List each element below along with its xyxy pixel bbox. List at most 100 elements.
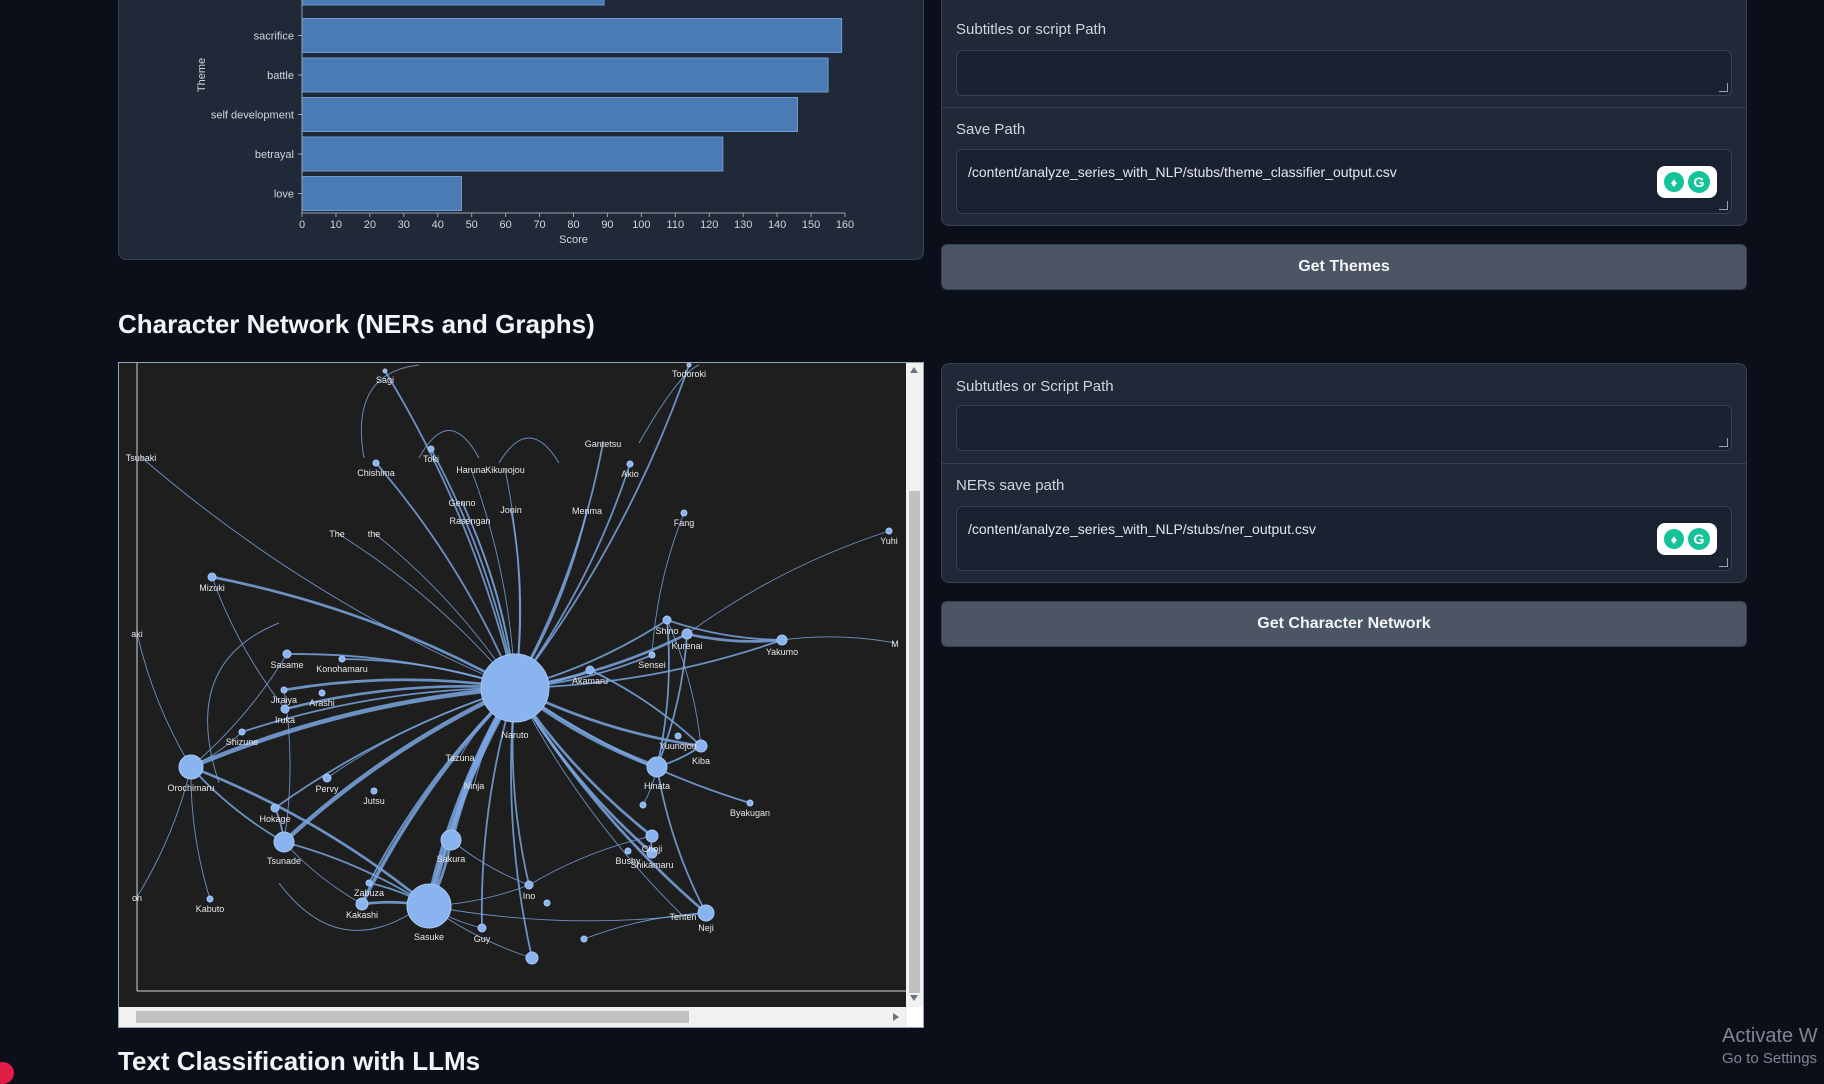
- graph-node-hokage[interactable]: [270, 803, 280, 813]
- ners-save-path-input[interactable]: /content/analyze_series_with_NLP/stubs/n…: [956, 506, 1732, 571]
- x-axis-label: Score: [559, 234, 588, 246]
- graph-node-kakashi[interactable]: [355, 897, 369, 911]
- graph-node-toki[interactable]: [427, 445, 435, 453]
- resize-handle-icon[interactable]: [1719, 438, 1728, 447]
- graph-node-yakumo[interactable]: [776, 634, 788, 646]
- grammarly-bulb-icon[interactable]: ♦: [1664, 172, 1684, 192]
- graph-node-sagi[interactable]: [382, 368, 388, 374]
- get-character-network-button[interactable]: Get Character Network: [941, 601, 1747, 647]
- graph-node-label: Kurenai: [671, 641, 702, 651]
- character-network-graph[interactable]: Sagi Todoroki Tsubaki Toki Chishima Haruna Kik…: [119, 363, 907, 1007]
- theme-form-panel: Subtitles or script Path Save Path /cont…: [941, 0, 1747, 226]
- graph-node-label: Hinata: [644, 781, 670, 791]
- graph-node-label: Byakugan: [730, 808, 770, 818]
- graph-edge: [278, 882, 420, 931]
- resize-handle-icon[interactable]: [1719, 558, 1728, 567]
- graph-node-shino[interactable]: [662, 615, 672, 625]
- graph-node-label: Chishima: [357, 468, 395, 478]
- graph-node-akamaru[interactable]: [585, 665, 595, 675]
- graph-node-extra2[interactable]: [580, 935, 588, 943]
- x-tick-label: 160: [836, 219, 854, 231]
- graph-node-label: Hokage: [259, 814, 290, 824]
- grammarly-bulb-icon[interactable]: ♦: [1664, 529, 1684, 549]
- graph-node-label: Naruto: [501, 730, 528, 740]
- graph-node-label: on: [132, 893, 142, 903]
- grammarly-widget[interactable]: ♦ G: [1657, 523, 1717, 555]
- graph-node-jutsu[interactable]: [370, 787, 378, 795]
- graph-node-label: Shikamaru: [630, 860, 673, 870]
- graph-node-byakugan[interactable]: [746, 799, 754, 807]
- graph-node-label: Gantetsu: [585, 439, 622, 449]
- graph-node-akio[interactable]: [626, 460, 634, 468]
- graph-node-sasuke[interactable]: [406, 883, 452, 929]
- graph-node-label: Akamaru: [572, 676, 608, 686]
- scroll-up-arrow-icon[interactable]: [910, 367, 918, 373]
- grammarly-g-icon[interactable]: G: [1688, 528, 1710, 550]
- bar-self-development: [301, 97, 798, 132]
- horizontal-scrollbar[interactable]: [119, 1007, 907, 1027]
- graph-node-sensei[interactable]: [648, 651, 656, 659]
- graph-node-mizuki[interactable]: [207, 572, 217, 582]
- graph-node-label: M: [891, 639, 899, 649]
- graph-node-label: Yuhi: [880, 536, 898, 546]
- graph-node-hinata[interactable]: [646, 756, 668, 778]
- graph-node-sasame[interactable]: [282, 649, 292, 659]
- graph-node-orochimaru[interactable]: [178, 754, 204, 780]
- graph-node-jiraiya[interactable]: [280, 686, 288, 694]
- graph-edge: [136, 632, 192, 768]
- grammarly-g-icon[interactable]: G: [1688, 171, 1710, 193]
- graph-node-label: Jiraiya: [271, 695, 297, 705]
- graph-node-extra4[interactable]: [639, 801, 647, 809]
- resize-handle-icon[interactable]: [1719, 83, 1728, 92]
- graph-node-extra1[interactable]: [525, 951, 539, 965]
- theme-bar-chart: sacrifice battle self development betrayal l…: [196, 0, 854, 246]
- bar-sacrifice: [301, 18, 843, 53]
- graph-node-chishima[interactable]: [372, 459, 380, 467]
- save-path-label: Save Path: [956, 121, 1026, 138]
- graph-node-neji[interactable]: [697, 904, 715, 922]
- graph-node-yuunojou[interactable]: [674, 732, 682, 740]
- graph-node-shizune[interactable]: [238, 728, 246, 736]
- graph-node-fang[interactable]: [680, 509, 688, 517]
- graph-node-konohamaru[interactable]: [338, 655, 346, 663]
- graph-node-zabuza[interactable]: [365, 879, 373, 887]
- graph-edge: [666, 619, 702, 747]
- save-path-input[interactable]: /content/analyze_series_with_NLP/stubs/t…: [956, 149, 1732, 214]
- graph-node-tsunade[interactable]: [273, 831, 295, 853]
- graph-node-kabuto[interactable]: [206, 895, 214, 903]
- graph-node-todoroki[interactable]: [686, 363, 692, 368]
- subtitles-path-input[interactable]: [956, 50, 1732, 96]
- graph-node-pervy[interactable]: [322, 773, 332, 783]
- graph-node-ino[interactable]: [524, 880, 534, 890]
- graph-node-bushy[interactable]: [624, 847, 632, 855]
- graph-node-arashi[interactable]: [318, 689, 326, 697]
- grammarly-widget[interactable]: ♦ G: [1657, 166, 1717, 198]
- network-subtitles-path-input[interactable]: [956, 405, 1732, 451]
- graph-node-kurenai[interactable]: [681, 628, 693, 640]
- vertical-scroll-thumb[interactable]: [909, 491, 920, 993]
- scroll-right-arrow-icon[interactable]: [893, 1013, 899, 1021]
- graph-node-choji[interactable]: [645, 829, 659, 843]
- vertical-scrollbar[interactable]: [906, 363, 923, 1007]
- graph-node-label: Tenten: [669, 912, 696, 922]
- get-themes-button[interactable]: Get Themes: [941, 244, 1747, 290]
- network-form-panel: Subtutles or Script Path NERs save path …: [941, 363, 1747, 583]
- x-tick-label: 100: [632, 219, 650, 231]
- graph-node-label: Shizune: [226, 737, 259, 747]
- scroll-down-arrow-icon[interactable]: [910, 995, 918, 1001]
- graph-node-kiba[interactable]: [694, 739, 708, 753]
- x-tick-label: 130: [734, 219, 752, 231]
- graph-node-guy[interactable]: [477, 923, 487, 933]
- y-axis-label: Theme: [196, 58, 208, 92]
- graph-node-label: Toki: [423, 454, 439, 464]
- graph-node-yuhi[interactable]: [885, 527, 893, 535]
- graph-edge: [686, 530, 890, 635]
- bar-battle: [301, 57, 829, 93]
- horizontal-scroll-thumb[interactable]: [136, 1011, 689, 1023]
- graph-node-extra3[interactable]: [543, 899, 551, 907]
- graph-node-sakura[interactable]: [440, 829, 462, 851]
- resize-handle-icon[interactable]: [1719, 201, 1728, 210]
- graph-node-naruto[interactable]: [480, 653, 550, 723]
- character-network-title: Character Network (NERs and Graphs): [118, 309, 595, 339]
- graph-node-iruka[interactable]: [280, 704, 290, 714]
